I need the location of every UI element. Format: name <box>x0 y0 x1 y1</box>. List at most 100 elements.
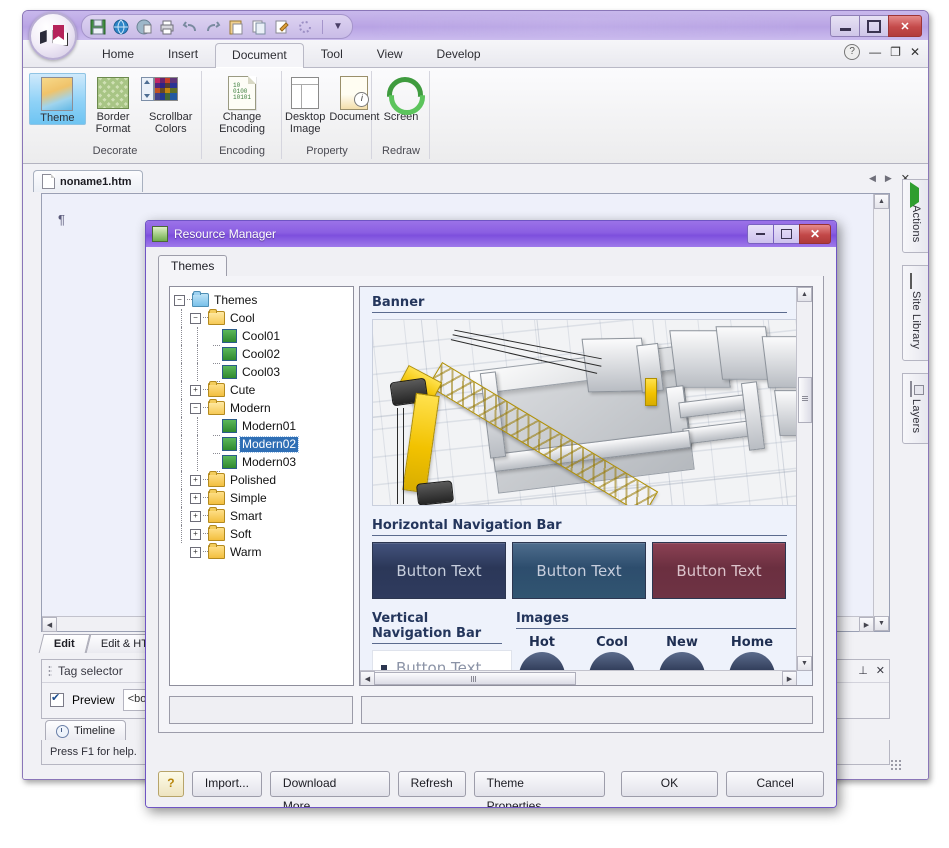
ribbon-tab-document[interactable]: Document <box>215 43 304 68</box>
hnav-button-1[interactable]: Button Text <box>372 542 506 599</box>
image-item-new[interactable]: New <box>656 635 708 671</box>
resize-grip-icon[interactable] <box>890 759 902 771</box>
copy-icon[interactable] <box>251 19 267 35</box>
tree-item-soft[interactable]: + Soft <box>174 525 353 543</box>
tree-item-cool02[interactable]: Cool02 <box>174 345 353 364</box>
save-icon[interactable] <box>90 19 106 35</box>
expander-icon[interactable]: + <box>190 510 201 522</box>
image-item-cool[interactable]: Cool <box>586 635 638 671</box>
canvas-scroll-down-button[interactable]: ▼ <box>874 616 889 631</box>
undo-icon[interactable] <box>182 19 198 35</box>
preview-browser-icon[interactable] <box>136 19 152 35</box>
hnav-button-3[interactable]: Button Text <box>652 542 786 599</box>
preview-vscroll-thumb[interactable] <box>798 377 812 423</box>
ribbon-tab-tool[interactable]: Tool <box>304 42 360 67</box>
canvas-scroll-left-button[interactable]: ◀ <box>42 617 57 632</box>
tree-item-modern[interactable]: − Modern <box>174 399 353 417</box>
expander-icon[interactable]: + <box>190 492 201 504</box>
qat-dropdown-icon[interactable]: ▼ <box>332 21 344 32</box>
ribbon-button-desktop-image[interactable]: Desktop Image <box>283 73 327 135</box>
drag-grip-icon[interactable] <box>48 664 52 678</box>
canvas-scroll-up-button[interactable]: ▲ <box>874 194 889 209</box>
ribbon-minimize-button[interactable]: — <box>869 46 881 58</box>
document-tab-noname1[interactable]: noname1.htm <box>33 170 143 192</box>
tree-item-cool01[interactable]: Cool01 <box>174 327 353 346</box>
expander-icon[interactable]: + <box>190 474 201 486</box>
sidebar-tab-actions[interactable]: Actions <box>902 179 928 254</box>
ribbon-tab-home[interactable]: Home <box>85 42 151 67</box>
vnav-item-1[interactable]: Button Text <box>381 655 511 671</box>
preview-checkbox[interactable] <box>50 691 64 707</box>
app-minimize-button[interactable] <box>830 15 860 37</box>
panel-close-icon[interactable]: ✕ <box>876 664 885 677</box>
tree-item-warm[interactable]: + Warm <box>174 543 353 561</box>
canvas-scroll-right-button[interactable]: ▶ <box>859 617 874 632</box>
expander-icon[interactable]: − <box>190 402 201 414</box>
theme-tree-panel[interactable]: − Themes − Cool Cool01 Cool02 Cool03 + C… <box>169 286 354 686</box>
tree-item-cool[interactable]: − Cool <box>174 309 353 327</box>
ribbon-restore-button[interactable]: ❐ <box>890 46 901 58</box>
app-close-button[interactable]: ✕ <box>888 15 922 37</box>
refresh-icon[interactable] <box>297 19 313 35</box>
tree-item-cute[interactable]: + Cute <box>174 381 353 399</box>
preview-horizontal-scrollbar[interactable]: ◀ ▶ <box>360 670 797 685</box>
import-button[interactable]: Import... <box>191 771 262 797</box>
help-button[interactable]: ? <box>158 771 184 797</box>
tab-edit[interactable]: Edit <box>38 634 91 653</box>
expander-icon[interactable]: + <box>190 528 201 540</box>
expander-icon[interactable]: + <box>190 546 201 558</box>
expander-icon[interactable]: − <box>174 294 185 306</box>
tree-item-simple[interactable]: + Simple <box>174 489 353 507</box>
ribbon-tab-insert[interactable]: Insert <box>151 42 215 67</box>
cancel-button[interactable]: Cancel <box>726 771 825 797</box>
tree-item-cool03[interactable]: Cool03 <box>174 363 353 382</box>
ribbon-button-border-format[interactable]: Border Format <box>86 73 141 135</box>
tree-item-modern01[interactable]: Modern01 <box>174 417 353 436</box>
tab-themes[interactable]: Themes <box>158 255 228 278</box>
print-icon[interactable] <box>159 19 175 35</box>
sidebar-tab-site-library[interactable]: Site Library <box>902 265 928 361</box>
download-more-button[interactable]: Download More... <box>269 771 390 807</box>
preview-hscroll-thumb[interactable] <box>374 672 576 685</box>
image-item-home[interactable]: Home <box>726 635 778 671</box>
tree-item-modern02[interactable]: Modern02 <box>174 435 353 454</box>
expander-icon[interactable]: − <box>190 312 201 324</box>
doc-next-icon[interactable]: ▶ <box>885 173 892 184</box>
tree-item-themes[interactable]: − Themes <box>174 291 353 309</box>
app-orb-button[interactable] <box>29 12 77 60</box>
dialog-close-button[interactable]: ✕ <box>799 224 831 244</box>
tree-item-modern03[interactable]: Modern03 <box>174 453 353 472</box>
tree-item-polished[interactable]: + Polished <box>174 471 353 489</box>
ribbon-close-button[interactable]: ✕ <box>910 46 920 58</box>
edit-icon[interactable] <box>274 19 290 35</box>
preview-scroll-down-button[interactable]: ▼ <box>797 656 812 671</box>
pin-icon[interactable]: ⊥ <box>858 664 868 677</box>
help-icon[interactable]: ? <box>844 44 861 60</box>
ribbon-tab-develop[interactable]: Develop <box>420 42 498 67</box>
redo-icon[interactable] <box>205 19 221 35</box>
app-maximize-button[interactable] <box>859 15 889 37</box>
canvas-vertical-scrollbar[interactable]: ▲ ▼ <box>873 194 889 631</box>
preview-scroll-left-button[interactable]: ◀ <box>360 671 375 685</box>
preview-vertical-scrollbar[interactable]: ▲ ▼ <box>796 287 812 671</box>
dialog-minimize-button[interactable] <box>747 224 774 244</box>
tree-item-smart[interactable]: + Smart <box>174 507 353 525</box>
ribbon-tab-view[interactable]: View <box>360 42 420 67</box>
dialog-title-bar[interactable]: Resource Manager ✕ <box>146 221 836 247</box>
hnav-button-2[interactable]: Button Text <box>512 542 646 599</box>
preview-scroll-up-button[interactable]: ▲ <box>797 287 812 302</box>
paste-icon[interactable] <box>228 19 244 35</box>
dialog-maximize-button[interactable] <box>773 224 800 244</box>
ribbon-button-theme[interactable]: Theme <box>29 73 86 125</box>
doc-prev-icon[interactable]: ◀ <box>869 173 876 184</box>
image-item-hot[interactable]: Hot <box>516 635 568 671</box>
ok-button[interactable]: OK <box>620 771 719 797</box>
expander-icon[interactable]: + <box>190 384 201 396</box>
refresh-button[interactable]: Refresh <box>397 771 466 797</box>
theme-preview-panel[interactable]: Banner Horizontal Navigation Bar Button … <box>359 286 813 686</box>
ribbon-button-change-encoding[interactable]: 10 0100 10101 Change Encoding <box>211 73 273 135</box>
theme-properties-button[interactable]: Theme Properties... <box>473 771 605 807</box>
preview-scroll-right-button[interactable]: ▶ <box>782 671 797 685</box>
ribbon-button-screen-redraw[interactable]: Screen <box>373 73 429 123</box>
publish-globe-icon[interactable] <box>113 19 129 35</box>
